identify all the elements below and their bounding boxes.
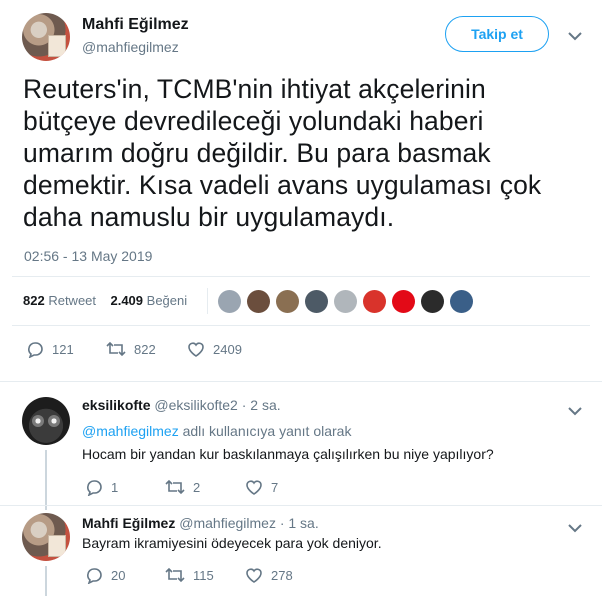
reply-count: 1 xyxy=(111,479,119,495)
tweet-text-line: daha namuslu bir uygulamaydı. xyxy=(23,202,395,232)
retweet-icon xyxy=(165,479,185,495)
reply-author-name[interactable]: Mahfi Eğilmez xyxy=(82,515,175,531)
retweet-count-action: 822 xyxy=(134,341,156,357)
reply-header: eksilikofte @eksilikofte2 · 2 sa. xyxy=(82,397,281,413)
reply-icon xyxy=(87,568,102,584)
divider xyxy=(0,505,602,506)
liker-avatar[interactable] xyxy=(247,290,270,313)
reply-action[interactable]: 1 xyxy=(85,478,118,496)
follow-button[interactable]: Takip et xyxy=(445,16,549,52)
reply-avatar[interactable] xyxy=(22,397,70,445)
liker-avatar[interactable] xyxy=(392,290,415,313)
tweet-text-line: demektir. Kısa vadeli avans uygulaması ç… xyxy=(23,170,542,200)
retweet-action[interactable]: 822 xyxy=(106,340,156,358)
reply-icon xyxy=(87,480,102,496)
retweet-icon xyxy=(165,567,185,583)
reply-author-handle[interactable]: @eksilikofte2 xyxy=(154,397,237,413)
reply-avatar[interactable] xyxy=(22,513,70,561)
reply-to-label: adlı kullanıcıya yanıt olarak xyxy=(182,423,352,439)
liker-avatar[interactable] xyxy=(218,290,241,313)
divider xyxy=(0,381,602,382)
reply-time[interactable]: · 1 sa. xyxy=(280,515,319,531)
tweet-timestamp[interactable]: 02:56 - 13 May 2019 xyxy=(24,248,152,264)
author-name[interactable]: Mahfi Eğilmez xyxy=(82,16,189,34)
reply-action[interactable]: 121 xyxy=(26,340,74,358)
retweet-action[interactable]: 115 xyxy=(165,566,214,584)
like-count: 2.409 xyxy=(110,293,144,308)
retweet-count-link[interactable]: 822 Retweet xyxy=(23,293,96,308)
like-count: 7 xyxy=(271,479,279,495)
retweet-icon xyxy=(106,341,126,357)
reply-author-handle[interactable]: @mahfiegilmez xyxy=(179,515,276,531)
like-action[interactable]: 278 xyxy=(245,566,293,584)
reply-count: 20 xyxy=(111,567,126,583)
liker-avatar[interactable] xyxy=(450,290,473,313)
like-action[interactable]: 7 xyxy=(245,478,278,496)
reply-time[interactable]: · 2 sa. xyxy=(242,397,281,413)
reply-text: Bayram ikramiyesini ödeyecek para yok de… xyxy=(82,535,382,551)
reply-header: Mahfi Eğilmez @mahfiegilmez · 1 sa. xyxy=(82,515,319,531)
reply-to-mention[interactable]: @mahfiegilmez xyxy=(82,423,179,439)
liker-avatar[interactable] xyxy=(363,290,386,313)
thread-line xyxy=(45,450,47,510)
retweet-count: 115 xyxy=(193,567,214,583)
tweet-text-line: umarım doğru değildir. Bu para basmak xyxy=(23,138,491,168)
divider xyxy=(12,276,590,277)
like-action[interactable]: 2409 xyxy=(187,340,242,358)
like-label: Beğeni xyxy=(146,293,188,308)
author-handle[interactable]: @mahfiegilmez xyxy=(82,39,179,55)
heart-icon xyxy=(246,480,262,495)
divider xyxy=(207,288,208,314)
tweet-text-line: bütçeye devredileceği yolundaki haberi xyxy=(23,106,484,136)
author-avatar[interactable] xyxy=(22,13,70,61)
liker-avatar[interactable] xyxy=(305,290,328,313)
reply-text: Hocam bir yandan kur baskılanmaya çalışı… xyxy=(82,446,494,462)
retweet-count: 822 xyxy=(23,293,45,308)
liker-avatar[interactable] xyxy=(276,290,299,313)
tweet-text-line: Reuters'in, TCMB'nin ihtiyat akçelerinin xyxy=(23,74,486,104)
heart-icon xyxy=(188,342,204,357)
liker-avatar[interactable] xyxy=(334,290,357,313)
reply-count: 121 xyxy=(52,341,74,357)
chevron-down-icon[interactable] xyxy=(568,520,582,538)
like-count: 278 xyxy=(271,567,293,583)
chevron-down-icon[interactable] xyxy=(568,403,582,421)
divider xyxy=(12,325,590,326)
like-count-link[interactable]: 2.409 Beğeni xyxy=(110,293,187,308)
reply-context: @mahfiegilmez adlı kullanıcıya yanıt ola… xyxy=(82,423,351,439)
like-count-action: 2409 xyxy=(213,341,242,357)
reply-action[interactable]: 20 xyxy=(85,566,125,584)
retweet-action[interactable]: 2 xyxy=(165,478,200,496)
chevron-down-icon[interactable] xyxy=(568,28,582,46)
tweet-text: Reuters'in, TCMB'nin ihtiyat akçelerinin… xyxy=(23,73,583,233)
liker-avatar[interactable] xyxy=(421,290,444,313)
reply-author-name[interactable]: eksilikofte xyxy=(82,397,150,413)
tweet-stats: 822 Retweet 2.409 Beğeni xyxy=(23,293,187,308)
reply-icon xyxy=(28,342,43,358)
retweet-label: Retweet xyxy=(48,293,97,308)
retweet-count: 2 xyxy=(193,479,201,495)
heart-icon xyxy=(246,568,262,583)
thread-line xyxy=(45,566,47,596)
